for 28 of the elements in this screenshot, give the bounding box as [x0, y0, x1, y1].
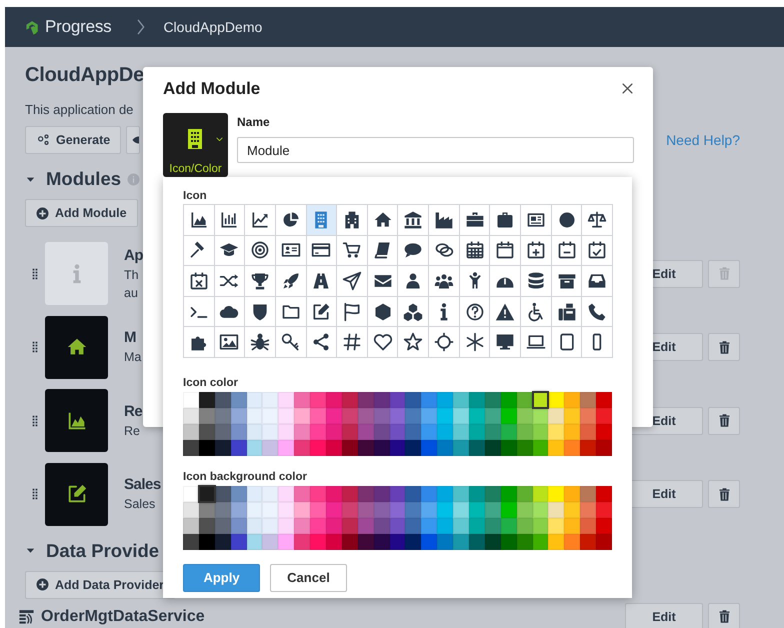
background-color-label: Icon background color — [183, 470, 308, 484]
module-description: Re — [124, 422, 140, 440]
brand-name: Progress — [45, 17, 112, 37]
module-description: Sales — [124, 496, 156, 513]
module-description: Th — [124, 266, 139, 284]
dialog-title: Add Module — [163, 79, 260, 99]
service-title: OrderMgtDataService — [41, 608, 205, 626]
section-title: Data Provide — [46, 538, 160, 562]
section-title: Modules — [46, 167, 122, 191]
name-label: Name — [237, 115, 270, 129]
name-field[interactable]: Module — [237, 137, 634, 163]
module-description: Ma — [124, 349, 142, 366]
module-title: M — [124, 328, 136, 348]
icon-color-label: Icon color — [183, 376, 239, 390]
add-button[interactable]: Add Module — [25, 199, 138, 227]
add-button[interactable]: Add Data Provider — [25, 570, 176, 598]
app-title: CloudAppDe — [25, 63, 144, 88]
edit-button[interactable]: Edit — [625, 602, 703, 628]
app-description: This application de — [25, 101, 134, 119]
cancel-button[interactable]: Cancel — [270, 564, 347, 592]
breadcrumb-link[interactable]: CloudAppDemo — [163, 19, 262, 35]
icon-label: Icon — [183, 189, 208, 203]
module-description: au — [124, 284, 138, 302]
module-title: Re — [124, 402, 142, 422]
module-title: Ap — [124, 246, 143, 266]
icon-color-button[interactable]: Icon/Color — [163, 113, 228, 177]
module-title: Sales — [124, 475, 161, 495]
generate-button[interactable]: Generate — [25, 126, 122, 154]
